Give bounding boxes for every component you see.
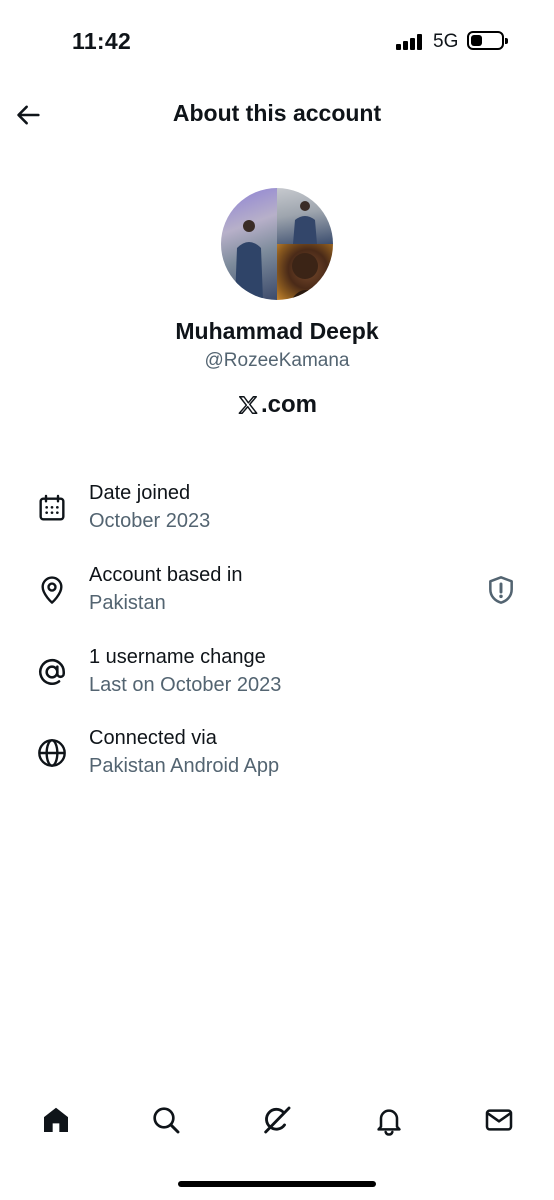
status-bar: 11:42 5G: [0, 0, 554, 80]
home-icon: [44, 1107, 68, 1132]
info-value: Last on October 2023: [89, 674, 282, 696]
header: About this account: [0, 86, 554, 146]
x-logo-icon: [238, 396, 258, 414]
home-indicator[interactable]: [178, 1181, 376, 1187]
nav-grok[interactable]: [257, 1100, 297, 1140]
info-item-connected-via: Connected via Pakistan Android App: [0, 727, 554, 797]
nav-messages[interactable]: [479, 1100, 519, 1140]
avatar[interactable]: [221, 188, 333, 300]
messages-envelope-icon: [485, 1109, 513, 1131]
info-label: Connected via: [89, 727, 217, 749]
shield-alert-icon[interactable]: [485, 574, 517, 606]
at-sign-icon: [39, 658, 66, 685]
grok-icon: [264, 1106, 291, 1134]
search-icon: [153, 1107, 180, 1134]
username-handle: @RozeeKamana: [204, 350, 350, 371]
info-label: Account based in: [89, 564, 243, 586]
nav-search[interactable]: [146, 1100, 186, 1140]
info-item-username-changes: 1 username change Last on October 2023: [0, 646, 554, 716]
nav-home[interactable]: [36, 1100, 76, 1140]
account-domain: .com: [0, 391, 554, 419]
domain-suffix: .com: [260, 391, 317, 418]
bottom-nav: [0, 1090, 554, 1150]
page-title: About this account: [172, 100, 382, 126]
battery-icon: [467, 31, 508, 50]
location-pin-icon: [41, 576, 63, 604]
display-name: Muhammad Deepk: [175, 318, 379, 344]
info-value: October 2023: [89, 510, 211, 532]
globe-icon: [38, 739, 66, 767]
info-item-date-joined: Date joined October 2023: [0, 482, 554, 552]
status-time: 11:42: [72, 28, 132, 54]
nav-notifications[interactable]: [369, 1100, 409, 1140]
info-item-account-based-in: Account based in Pakistan: [0, 564, 554, 634]
info-label: Date joined: [89, 482, 191, 504]
calendar-icon: [39, 494, 65, 521]
info-value: Pakistan Android App: [89, 755, 280, 777]
info-value: Pakistan: [89, 592, 166, 614]
info-label: 1 username change: [89, 646, 266, 668]
notifications-bell-icon: [377, 1109, 401, 1136]
about-account-screen: 11:42 5G About this account Muhammad Dee…: [0, 0, 554, 1200]
signal-bars-icon: [396, 34, 422, 50]
network-type: 5G: [433, 31, 459, 52]
